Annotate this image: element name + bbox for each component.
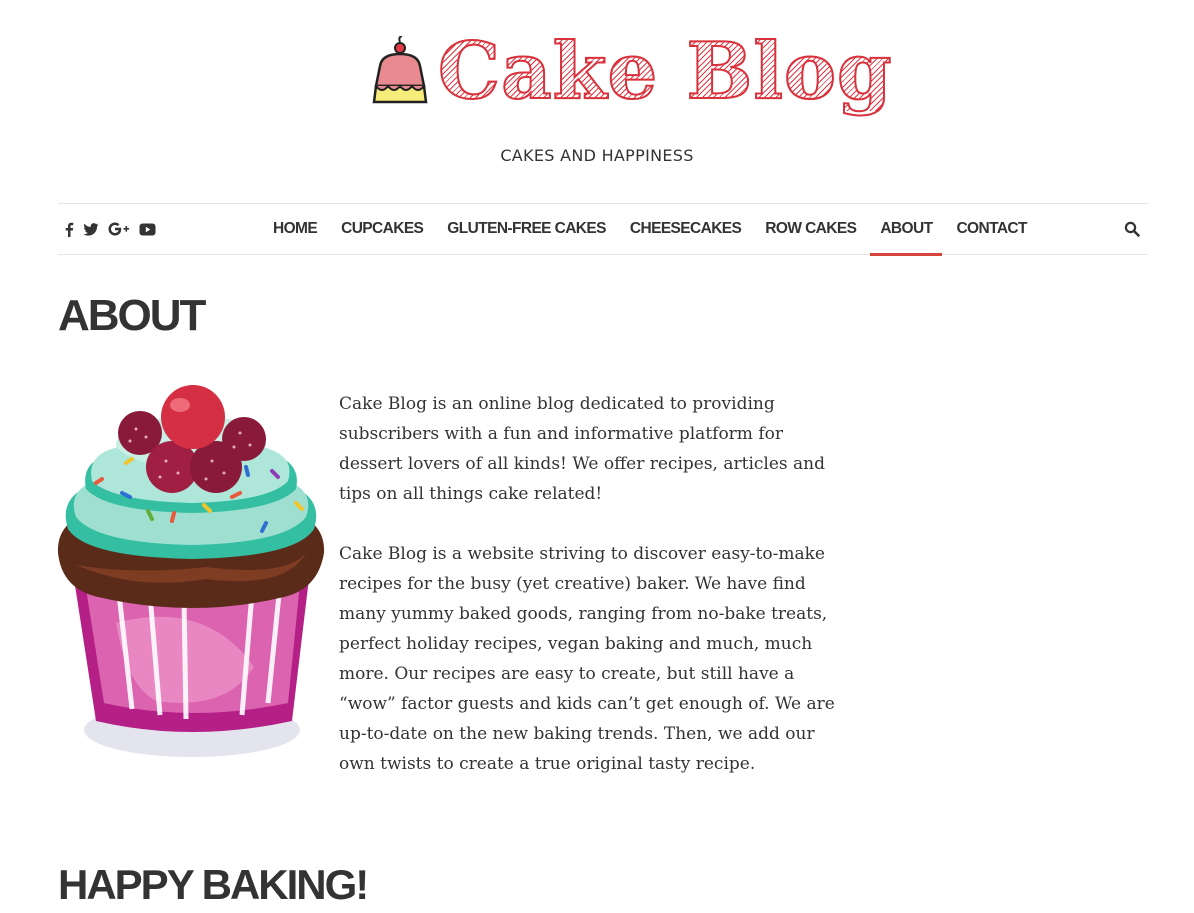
twitter-icon[interactable]: [83, 222, 99, 236]
cupcake-image: [57, 385, 325, 757]
primary-nav: HOME CUPCAKES GLUTEN-FREE CAKES CHEESECA…: [263, 204, 1041, 256]
nav-item-home[interactable]: HOME: [263, 204, 327, 254]
about-paragraph-2: Cake Blog is a website striving to disco…: [339, 544, 835, 774]
google-plus-icon[interactable]: [108, 222, 130, 236]
site-tagline: CAKES AND HAPPINESS: [500, 146, 694, 165]
nav-item-row-cakes[interactable]: ROW CAKES: [755, 204, 866, 254]
youtube-icon[interactable]: [139, 223, 156, 236]
nav-item-cheesecakes[interactable]: CHEESECAKES: [620, 204, 751, 254]
nav-item-gluten-free-cakes[interactable]: GLUTEN-FREE CAKES: [437, 204, 616, 254]
nav-item-about[interactable]: ABOUT: [870, 204, 943, 256]
cake-logo-icon: [372, 36, 428, 104]
happy-baking-heading: HAPPY BAKING!: [58, 861, 369, 908]
logo-text: Cake Blog: [437, 26, 893, 117]
nav-item-contact[interactable]: CONTACT: [946, 204, 1036, 254]
about-content: Cake Blog is an online blog dedicated to…: [339, 389, 839, 809]
page-title: ABOUT: [58, 291, 206, 340]
main-navbar: HOME CUPCAKES GLUTEN-FREE CAKES CHEESECA…: [58, 203, 1148, 256]
facebook-icon[interactable]: [64, 222, 74, 237]
nav-item-cupcakes[interactable]: CUPCAKES: [331, 204, 433, 254]
about-paragraph-1: Cake Blog is an online blog dedicated to…: [339, 394, 825, 504]
search-icon: [1124, 221, 1140, 237]
social-links: [64, 204, 156, 254]
site-logo[interactable]: Cake Blog: [370, 24, 893, 120]
search-button[interactable]: [1124, 221, 1140, 241]
